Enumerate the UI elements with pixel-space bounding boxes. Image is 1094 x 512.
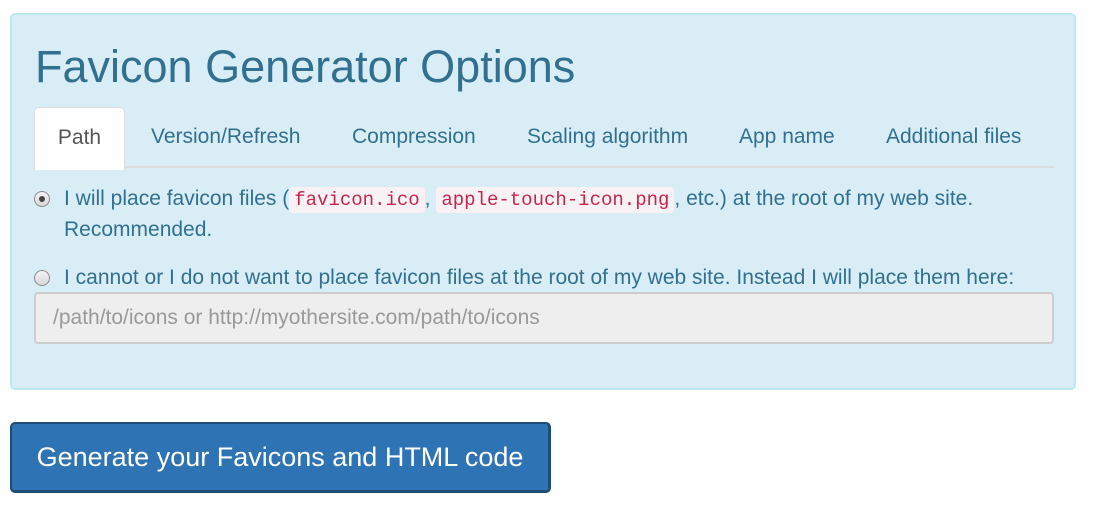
apple-touch-icon-code: apple-touch-icon.png — [436, 187, 675, 213]
tab-compression[interactable]: Compression — [352, 107, 476, 168]
custom-option-label: I cannot or I do not want to place favic… — [64, 266, 1015, 289]
root-option-separator: , — [424, 187, 431, 210]
root-option-text-before: I will place favicon files ( — [64, 187, 290, 210]
favicon-ico-code: favicon.ico — [289, 187, 425, 213]
favicon-options-panel: Favicon Generator Options Path Version/R… — [10, 13, 1076, 390]
tab-scaling-algorithm[interactable]: Scaling algorithm — [527, 107, 688, 168]
root-option-text-after: , etc.) at the root of my web site. — [674, 187, 974, 210]
tab-additional-files[interactable]: Additional files — [886, 107, 1021, 168]
icons-path-input[interactable] — [34, 292, 1054, 344]
root-option-label: I will place favicon files (favicon.ico,… — [64, 183, 973, 216]
tab-version-refresh[interactable]: Version/Refresh — [151, 107, 300, 168]
custom-path-radio[interactable] — [34, 270, 50, 286]
generate-favicons-button[interactable]: Generate your Favicons and HTML code — [10, 422, 551, 493]
root-radio[interactable] — [34, 191, 50, 207]
tab-path[interactable]: Path — [34, 107, 125, 170]
recommended-note: Recommended. — [64, 218, 213, 241]
tab-app-name[interactable]: App name — [739, 107, 835, 168]
options-tabs: Path Version/Refresh Compression Scaling… — [34, 107, 1054, 170]
panel-title: Favicon Generator Options — [35, 41, 576, 92]
